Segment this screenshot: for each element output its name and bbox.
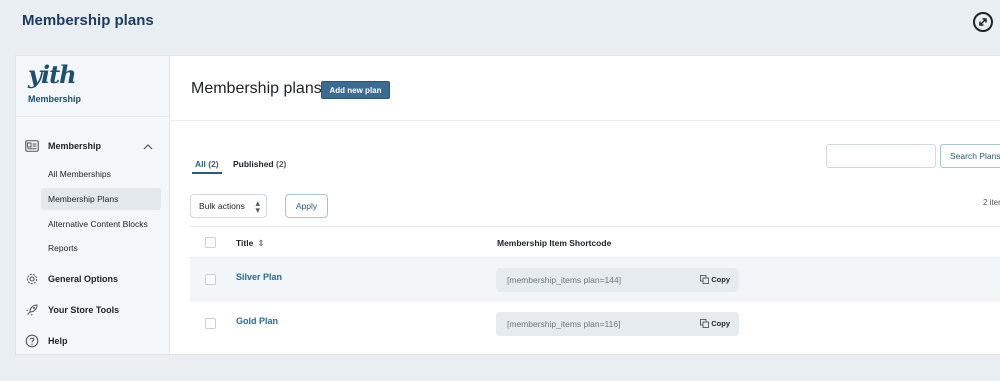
page-heading: Membership plans <box>22 12 154 29</box>
filter-label: Published <box>233 159 274 169</box>
sidebar-item-label: Reports <box>48 243 78 253</box>
sort-icon: ⇕ <box>257 238 265 248</box>
sidebar-item-label: Membership Plans <box>48 194 119 204</box>
row-checkbox[interactable] <box>205 274 216 285</box>
filter-published[interactable]: Published (2) <box>233 159 286 169</box>
copy-label: Copy <box>711 319 730 328</box>
top-bar: Membership plans <box>0 0 1000 44</box>
sidebar-section-label: Membership <box>48 141 102 151</box>
copy-icon <box>700 275 710 284</box>
bulk-actions-select[interactable]: Bulk actions ▴ ▾ <box>190 194 267 218</box>
sidebar-item-alternative-content-blocks[interactable]: Alternative Content Blocks <box>41 213 161 235</box>
copy-icon <box>700 319 710 328</box>
question-circle-icon <box>25 334 39 348</box>
yith-logo: yith <box>28 60 77 89</box>
shortcode-box: [membership_items plan=116] Copy <box>496 312 739 336</box>
sidebar-section-membership[interactable]: Membership <box>25 136 101 156</box>
shortcode-text: [membership_items plan=116] <box>507 319 621 329</box>
row-checkbox[interactable] <box>205 318 216 329</box>
plugin-panel: yith Membership Membership All Membershi… <box>15 55 1000 355</box>
filter-count: (2) <box>276 159 287 169</box>
sidebar-divider <box>16 116 169 117</box>
copy-button[interactable]: Copy <box>700 319 730 328</box>
bulk-actions-value: Bulk actions <box>199 201 245 211</box>
search-plans-button[interactable]: Search Plans <box>940 144 1000 168</box>
chevron-up-icon[interactable] <box>142 140 154 152</box>
logo-subtitle: Membership <box>28 94 82 104</box>
table-row: Silver Plan [membership_items plan=144] … <box>190 258 1000 302</box>
plan-title-link[interactable]: Gold Plan <box>236 316 278 326</box>
sidebar-item-reports[interactable]: Reports <box>41 237 161 259</box>
sidebar-section-help[interactable]: Help <box>25 331 68 351</box>
header-divider <box>171 120 1000 121</box>
add-new-plan-button[interactable]: Add new plan <box>321 81 390 99</box>
main-content: Membership plans Add new plan All (2) Pu… <box>171 56 1000 354</box>
filter-count: (2) <box>208 159 219 169</box>
sidebar-section-general-options[interactable]: General Options <box>25 269 118 289</box>
filter-label: All <box>195 159 206 169</box>
sidebar: yith Membership Membership All Membershi… <box>16 56 170 354</box>
gear-icon <box>25 272 39 286</box>
main-title: Membership plans <box>191 80 322 97</box>
sidebar-item-all-memberships[interactable]: All Memberships <box>41 163 161 185</box>
copy-label: Copy <box>711 275 730 284</box>
column-title[interactable]: Title ⇕ <box>236 238 264 249</box>
sidebar-item-label: All Memberships <box>48 169 111 179</box>
sidebar-section-store-tools[interactable]: Your Store Tools <box>25 300 119 320</box>
shortcode-text: [membership_items plan=144] <box>507 275 622 285</box>
search-input[interactable] <box>826 144 936 168</box>
rocket-icon <box>25 303 39 317</box>
column-shortcode: Membership Item Shortcode <box>497 238 612 248</box>
plan-title-link[interactable]: Silver Plan <box>236 272 282 282</box>
items-count: 2 items <box>983 198 1000 207</box>
shortcode-box: [membership_items plan=144] Copy <box>496 268 739 292</box>
expand-arrows-icon[interactable] <box>973 12 993 32</box>
sidebar-section-label: Help <box>48 336 68 346</box>
active-filter-underline <box>192 172 222 174</box>
sidebar-item-label: Alternative Content Blocks <box>48 219 148 229</box>
sidebar-item-membership-plans[interactable]: Membership Plans <box>41 188 161 210</box>
filter-all[interactable]: All (2) <box>195 159 219 169</box>
table-row: Gold Plan [membership_items plan=116] Co… <box>190 302 1000 346</box>
select-arrows-icon: ▴ ▾ <box>255 198 260 215</box>
id-card-icon <box>25 139 39 153</box>
column-title-label: Title <box>236 238 254 248</box>
sidebar-section-label: Your Store Tools <box>48 305 120 315</box>
apply-button[interactable]: Apply <box>285 194 328 218</box>
table-header: Title ⇕ Membership Item Shortcode <box>190 226 1000 258</box>
sidebar-section-label: General Options <box>48 274 119 284</box>
copy-button[interactable]: Copy <box>700 275 730 284</box>
select-all-checkbox[interactable] <box>205 237 216 248</box>
